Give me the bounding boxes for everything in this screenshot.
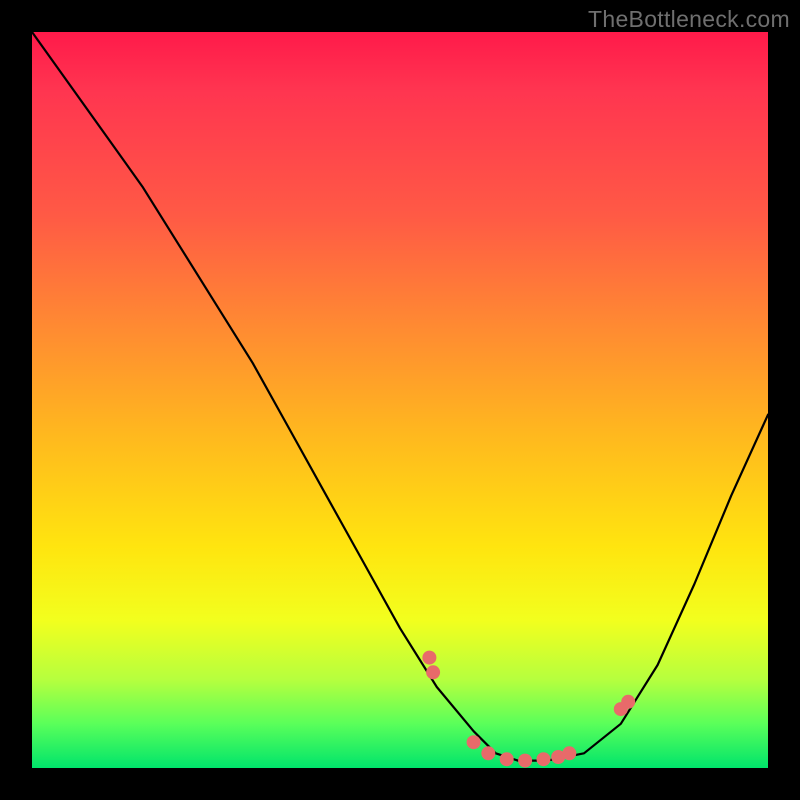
marker-point [562,746,576,760]
chart-svg [32,32,768,768]
plot-area [32,32,768,768]
bottleneck-curve [32,32,768,761]
marker-point [518,754,532,768]
marker-point [621,695,635,709]
marker-point [481,746,495,760]
marker-point [537,752,551,766]
marker-point [426,665,440,679]
chart-frame: TheBottleneck.com [0,0,800,800]
marker-point [500,752,514,766]
marker-point [467,735,481,749]
marker-point [422,651,436,665]
watermark-label: TheBottleneck.com [588,6,790,33]
